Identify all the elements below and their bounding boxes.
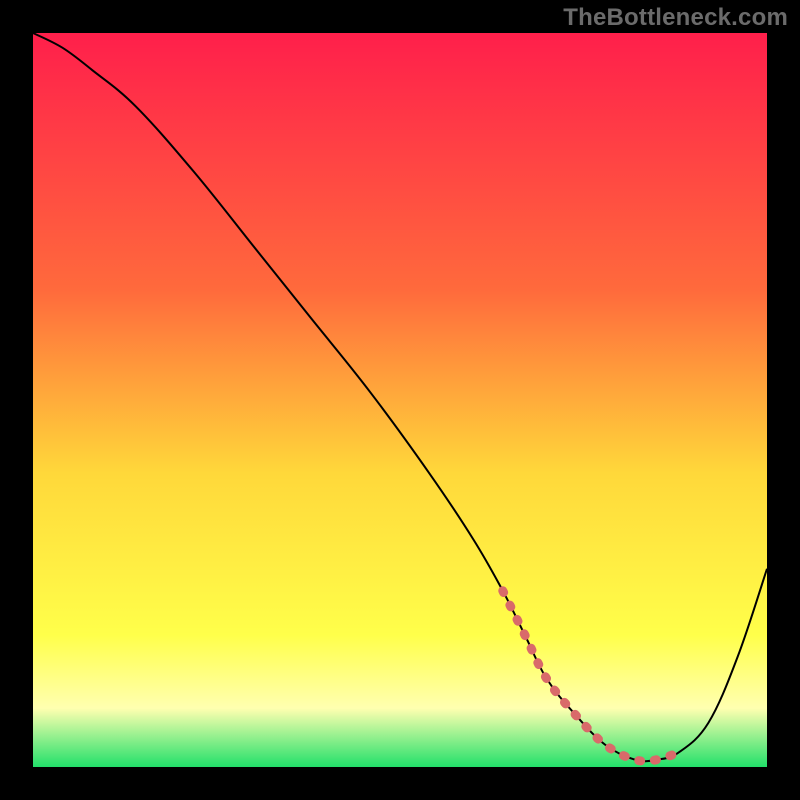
chart-frame: TheBottleneck.com (0, 0, 800, 800)
curve-layer (33, 33, 767, 767)
watermark-text: TheBottleneck.com (563, 4, 788, 32)
optimal-zone-highlight (503, 591, 679, 761)
plot-area (33, 33, 767, 767)
bottleneck-curve (33, 33, 767, 761)
